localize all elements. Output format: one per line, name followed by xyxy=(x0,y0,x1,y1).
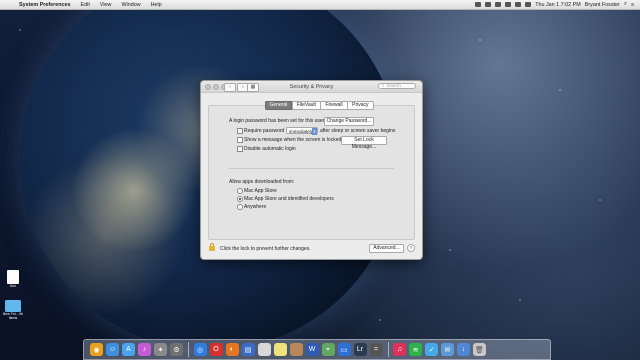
desktop-document-label: Doc xyxy=(9,284,17,288)
general-panel: A login password has been set for this u… xyxy=(208,105,415,240)
safari-icon[interactable]: ◎ xyxy=(193,343,207,356)
require-password-label: Require password xyxy=(244,128,285,134)
option-radio-anywhere[interactable] xyxy=(237,204,243,210)
option-radio-mac-app-store[interactable] xyxy=(237,188,243,194)
music-icon[interactable]: ♫ xyxy=(393,343,406,356)
tab-filevault[interactable]: FileVault xyxy=(291,101,321,110)
require-password-value: immediately xyxy=(289,129,314,134)
desktop-folder[interactable]: New Fol... ith Items xyxy=(2,300,24,320)
twitter-icon[interactable]: ✓ xyxy=(425,343,438,356)
document-icon xyxy=(7,270,19,284)
lock-text: Click the lock to prevent further change… xyxy=(220,246,311,252)
require-password-suffix: after sleep or screen saver begins xyxy=(320,128,396,134)
disk-utility-icon[interactable]: ▤ xyxy=(241,343,255,356)
disable-login-checkbox[interactable] xyxy=(237,146,243,152)
tab-firewall[interactable]: Firewall xyxy=(320,101,348,110)
section-divider xyxy=(229,168,394,169)
menu-edit[interactable]: Edit xyxy=(76,2,95,8)
battery-icon[interactable] xyxy=(525,2,532,7)
word-icon[interactable]: W xyxy=(305,343,319,356)
firefox-icon[interactable]: ◐ xyxy=(225,343,239,356)
security-privacy-window: ‹ › ▦ Security & Privacy ⌕ Search A logi… xyxy=(200,80,423,260)
file-icon[interactable] xyxy=(257,343,271,356)
help-button[interactable]: ? xyxy=(407,244,415,252)
tray-icon[interactable] xyxy=(495,2,502,7)
login-password-text: A login password has been set for this u… xyxy=(229,118,325,124)
menu-view[interactable]: View xyxy=(95,2,117,8)
spotlight-icon[interactable]: ⌕ xyxy=(624,1,627,8)
wifi-icon[interactable] xyxy=(505,2,512,7)
tab-bar: General FileVault Firewall Privacy xyxy=(264,101,374,110)
tray-icon[interactable] xyxy=(485,2,492,7)
lock-icon[interactable] xyxy=(209,243,215,251)
photo-icon[interactable] xyxy=(289,343,303,356)
dock: ◉ ☺ A ♪ ✦ ⚙ ◎ O ◐ ▤ W ⌖ ▭ Lr = ♫ ≋ ✓ ✉ ↓… xyxy=(83,339,551,360)
menu-window[interactable]: Window xyxy=(116,2,145,8)
search-placeholder: Search xyxy=(386,83,401,88)
app-store-icon[interactable]: A xyxy=(122,343,135,356)
menu-app-name[interactable]: System Preferences xyxy=(14,2,76,8)
option-radio-identified-developers[interactable] xyxy=(237,196,243,202)
show-message-checkbox[interactable] xyxy=(237,137,243,143)
itunes-icon[interactable]: ♪ xyxy=(138,343,151,356)
maps-icon[interactable]: ⌖ xyxy=(321,343,335,356)
require-password-select[interactable]: immediately ⇕ xyxy=(286,127,318,135)
finder-icon[interactable]: ☺ xyxy=(106,343,119,356)
keynote-icon[interactable]: ▭ xyxy=(337,343,351,356)
tab-privacy[interactable]: Privacy xyxy=(347,101,374,110)
menu-user[interactable]: Bryant Fosster xyxy=(585,2,620,8)
menu-bar: System Preferences Edit View Window Help… xyxy=(0,0,640,10)
menu-help[interactable]: Help xyxy=(146,2,167,8)
system-preferences-icon[interactable]: ⚙ xyxy=(170,343,183,356)
chrome-icon[interactable]: ◉ xyxy=(90,343,103,356)
notes-icon[interactable] xyxy=(273,343,287,356)
notification-center-icon[interactable]: ≡ xyxy=(631,2,634,8)
option-label-identified-developers: Mac App Store and identified developers xyxy=(244,196,334,202)
option-label-mac-app-store: Mac App Store xyxy=(244,188,277,194)
trash-icon[interactable]: 🗑 xyxy=(473,343,486,356)
downloads-icon[interactable]: ↓ xyxy=(457,343,470,356)
advanced-button[interactable]: Advanced... xyxy=(369,244,404,253)
launchpad-icon[interactable]: ✦ xyxy=(154,343,167,356)
chevron-down-icon: ⇕ xyxy=(312,128,317,135)
search-icon: ⌕ xyxy=(382,83,385,88)
opera-icon[interactable]: O xyxy=(209,343,223,356)
mail-icon[interactable]: ✉ xyxy=(441,343,454,356)
tab-general[interactable]: General xyxy=(264,101,293,110)
window-footer: Click the lock to prevent further change… xyxy=(201,239,422,259)
menu-clock[interactable]: Thu Jan 1 7:02 PM xyxy=(535,2,581,8)
search-field[interactable]: ⌕ Search xyxy=(378,83,416,89)
lightroom-icon[interactable]: Lr xyxy=(353,343,367,356)
desktop-folder-label: New Fol... ith Items xyxy=(2,312,24,320)
menu-extras: Thu Jan 1 7:02 PM Bryant Fosster ⌕ ≡ xyxy=(475,1,640,8)
dock-separator xyxy=(188,342,189,357)
change-password-button[interactable]: Change Password... xyxy=(324,117,374,126)
disable-login-label: Disable automatic login xyxy=(244,146,296,152)
calculator-icon[interactable]: = xyxy=(369,343,383,356)
desktop-document[interactable]: Doc xyxy=(4,270,22,288)
folder-icon xyxy=(5,300,21,312)
option-label-anywhere: Anywhere xyxy=(244,204,267,210)
require-password-checkbox[interactable] xyxy=(237,128,243,134)
volume-icon[interactable] xyxy=(515,2,522,7)
set-lock-message-button[interactable]: Set Lock Message... xyxy=(341,136,387,150)
window-titlebar[interactable]: ‹ › ▦ Security & Privacy ⌕ Search xyxy=(201,81,422,93)
spotify-icon[interactable]: ≋ xyxy=(409,343,422,356)
dock-separator xyxy=(387,342,388,357)
show-message-label: Show a message when the screen is locked xyxy=(244,137,342,143)
allow-apps-heading: Allow apps downloaded from: xyxy=(229,179,295,185)
tray-icon[interactable] xyxy=(475,2,482,7)
